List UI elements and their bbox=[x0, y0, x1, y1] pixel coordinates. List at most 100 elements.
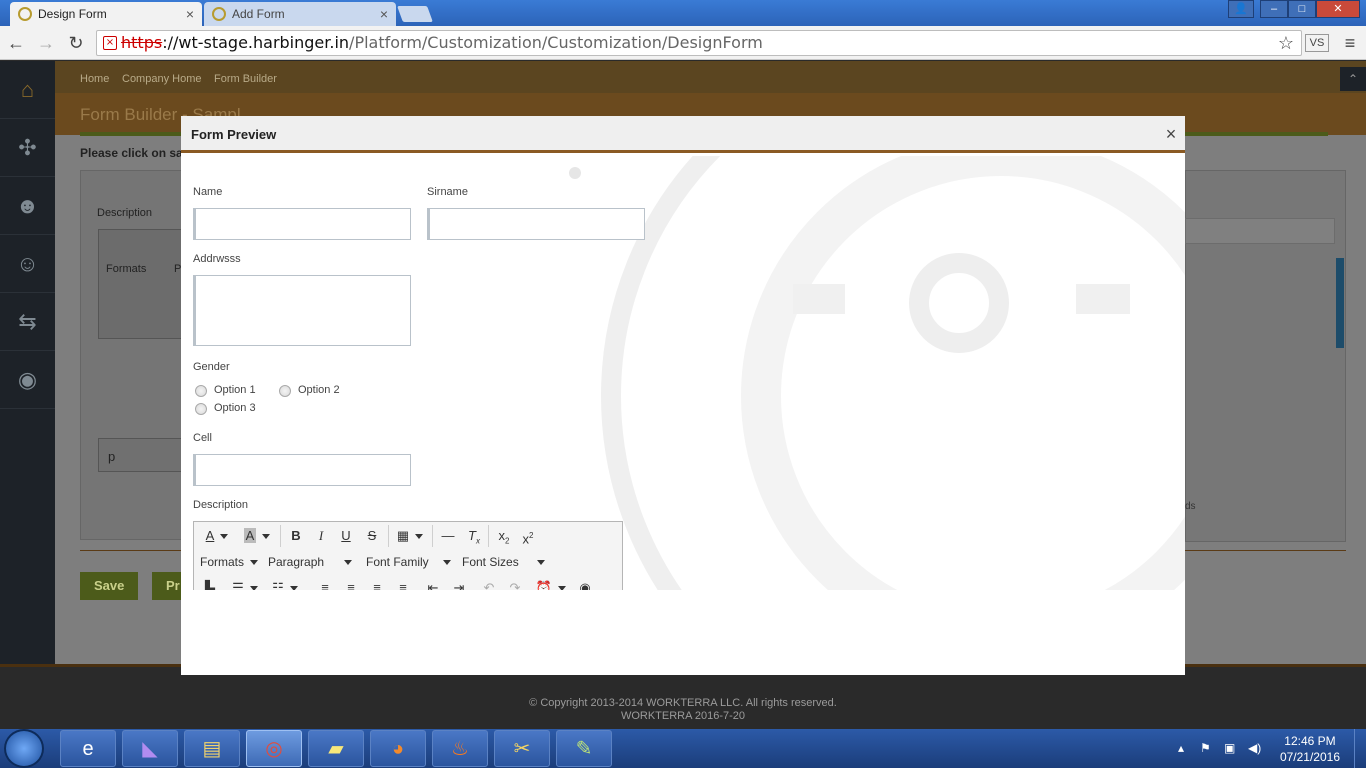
numbered-list-icon[interactable]: ☷ bbox=[268, 577, 302, 590]
preview-button[interactable]: Pr bbox=[152, 572, 182, 600]
chat-icon[interactable]: ◉ bbox=[0, 351, 55, 409]
arrows-icon[interactable]: ⇆ bbox=[0, 293, 55, 351]
volume-icon[interactable]: ◀) bbox=[1248, 741, 1261, 755]
menu-icon[interactable]: ≡ bbox=[1338, 31, 1362, 55]
maximize-button[interactable]: □ bbox=[1288, 0, 1316, 18]
toolbar-separator bbox=[432, 525, 433, 547]
scrollbar-thumb[interactable] bbox=[1336, 258, 1344, 348]
bookmark-star-icon[interactable]: ☆ bbox=[1274, 31, 1298, 55]
chrome-icon[interactable]: ◎ bbox=[246, 730, 302, 767]
address-bar[interactable]: × https://wt-stage.harbinger.in/Platform… bbox=[96, 30, 1302, 56]
url-scheme: https bbox=[121, 33, 163, 52]
address-textarea[interactable] bbox=[193, 275, 411, 346]
home-icon[interactable]: ⌂ bbox=[0, 61, 55, 119]
breadcrumb-company-home[interactable]: Company Home bbox=[122, 73, 201, 85]
sticky-notes-icon[interactable]: ▰ bbox=[308, 730, 364, 767]
flag-icon[interactable]: ⚑ bbox=[1200, 741, 1211, 755]
tray-arrow-icon[interactable]: ▴ bbox=[1178, 741, 1184, 755]
watermark-center bbox=[909, 253, 1009, 353]
italic-button[interactable]: I bbox=[309, 525, 333, 547]
close-tab-icon[interactable]: × bbox=[186, 6, 194, 22]
option1-radio[interactable] bbox=[195, 385, 207, 397]
tab-design-form[interactable]: Design Form × bbox=[10, 2, 202, 26]
visual-studio-icon[interactable]: ◣ bbox=[122, 730, 178, 767]
forward-icon[interactable]: → bbox=[34, 31, 58, 55]
save-button[interactable]: Save bbox=[80, 572, 139, 600]
start-button-icon[interactable] bbox=[4, 729, 44, 768]
user-icon[interactable]: 👤 bbox=[1228, 0, 1254, 18]
reload-icon[interactable]: ↻ bbox=[64, 31, 88, 55]
user-icon[interactable]: ☺ bbox=[0, 235, 55, 293]
toolbar-separator bbox=[488, 525, 489, 547]
table-icon[interactable]: ▦ bbox=[392, 525, 428, 547]
system-clock[interactable]: 12:46 PM 07/21/2016 bbox=[1280, 733, 1340, 765]
font-sizes-dropdown[interactable]: Font Sizes bbox=[462, 551, 552, 573]
horizontal-rule-icon[interactable]: — bbox=[436, 525, 460, 547]
favicon-icon bbox=[18, 7, 32, 21]
bullet-list-icon[interactable]: ☰ bbox=[228, 577, 262, 590]
breadcrumb-form-builder[interactable]: Form Builder bbox=[214, 73, 277, 85]
indent-icon[interactable]: ⇥ bbox=[448, 577, 470, 590]
close-icon[interactable]: × bbox=[1161, 124, 1181, 144]
redo-icon[interactable]: ↷ bbox=[504, 577, 526, 590]
underline-button[interactable]: U bbox=[334, 525, 358, 547]
option2-radio[interactable] bbox=[279, 385, 291, 397]
paragraph-dropdown[interactable]: Paragraph bbox=[268, 551, 356, 573]
sirname-input[interactable] bbox=[427, 208, 645, 240]
browser-toolbar: ← → ↻ × https://wt-stage.harbinger.in/Pl… bbox=[0, 26, 1366, 60]
justify-icon[interactable]: ≡ bbox=[392, 577, 414, 590]
collapse-icon[interactable]: ⌃ bbox=[1340, 67, 1366, 91]
flame-icon[interactable]: ♨ bbox=[432, 730, 488, 767]
superscript-icon[interactable]: x2 bbox=[516, 525, 540, 547]
close-window-button[interactable]: ✕ bbox=[1316, 0, 1360, 18]
tab-add-form[interactable]: Add Form × bbox=[204, 2, 396, 26]
outdent-icon[interactable]: ⇤ bbox=[422, 577, 444, 590]
network-icon[interactable]: ▣ bbox=[1224, 741, 1235, 755]
option3-radio[interactable] bbox=[195, 403, 207, 415]
modal-header: Form Preview × bbox=[181, 116, 1185, 153]
cell-input[interactable] bbox=[193, 454, 411, 486]
formats-dropdown[interactable]: Formats bbox=[200, 551, 259, 573]
font-sizes-label: Font Sizes bbox=[462, 555, 519, 569]
clear-formatting-icon[interactable]: Tx bbox=[462, 525, 486, 547]
font-family-dropdown[interactable]: Font Family bbox=[366, 551, 456, 573]
url-path: /Platform/Customization/Customization/De… bbox=[349, 33, 763, 52]
find-icon[interactable]: ▙ bbox=[200, 577, 220, 590]
form-canvas bbox=[80, 170, 190, 540]
preview-eye-icon[interactable]: ◉ bbox=[574, 577, 596, 590]
browser-tab-bar: Design Form × Add Form × 👤 – □ ✕ bbox=[0, 0, 1366, 26]
show-desktop-button[interactable] bbox=[1354, 729, 1366, 768]
snipping-tool-icon[interactable]: ✂ bbox=[494, 730, 550, 767]
insecure-lock-icon: × bbox=[103, 36, 117, 50]
formats-dropdown: Formats bbox=[106, 263, 147, 275]
ie-icon[interactable]: e bbox=[60, 730, 116, 767]
background-color-button[interactable]: A bbox=[240, 525, 274, 547]
back-icon[interactable]: ← bbox=[4, 31, 28, 55]
align-center-icon[interactable]: ≡ bbox=[340, 577, 362, 590]
user-star-icon[interactable]: ☻ bbox=[0, 177, 55, 235]
watermark-ring bbox=[741, 156, 1185, 590]
explorer-icon[interactable]: ▤ bbox=[184, 730, 240, 767]
firefox-icon[interactable]: ◕ bbox=[370, 730, 426, 767]
sirname-label: Sirname bbox=[427, 186, 468, 198]
text-color-button[interactable]: A bbox=[200, 525, 234, 547]
font-family-label: Font Family bbox=[366, 555, 429, 569]
subscript-icon[interactable]: x2 bbox=[492, 525, 516, 547]
instruction-text: Please click on sav bbox=[80, 146, 190, 160]
name-input[interactable] bbox=[193, 208, 411, 240]
align-right-icon[interactable]: ≡ bbox=[366, 577, 388, 590]
strikethrough-button[interactable]: S bbox=[360, 525, 384, 547]
puzzle-icon[interactable]: ✣ bbox=[0, 119, 55, 177]
description-label: Description bbox=[97, 207, 153, 219]
close-tab-icon[interactable]: × bbox=[380, 6, 388, 22]
minimize-button[interactable]: – bbox=[1260, 0, 1288, 18]
notepad-icon[interactable]: ✎ bbox=[556, 730, 612, 767]
breadcrumb-home[interactable]: Home bbox=[80, 73, 109, 85]
extension-icon[interactable]: VS bbox=[1305, 34, 1329, 52]
undo-icon[interactable]: ↶ bbox=[478, 577, 500, 590]
toolbar-separator bbox=[388, 525, 389, 547]
new-tab-button[interactable] bbox=[397, 6, 433, 22]
bold-button[interactable]: B bbox=[284, 525, 308, 547]
align-left-icon[interactable]: ≡ bbox=[314, 577, 336, 590]
insert-time-icon[interactable]: ⏰ bbox=[534, 577, 568, 590]
